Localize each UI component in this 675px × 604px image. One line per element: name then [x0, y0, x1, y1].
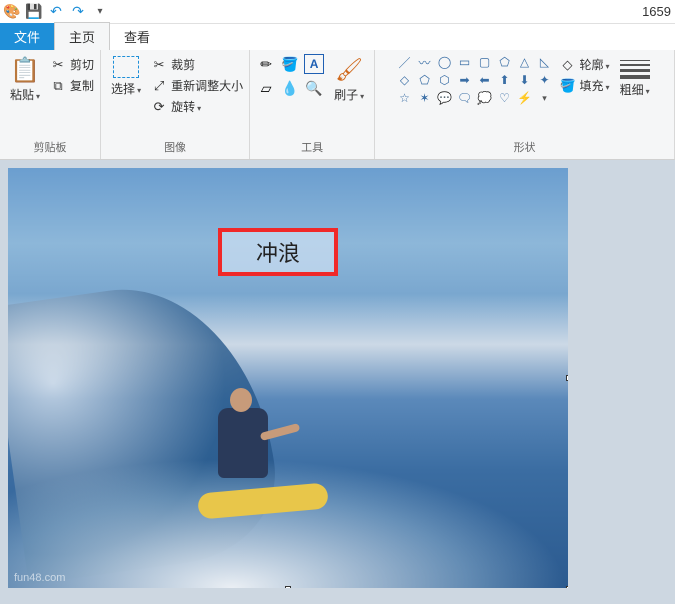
shape-curve-icon[interactable]: 〰 — [416, 54, 434, 70]
group-clipboard: 📋 粘贴 ✂ 剪切 ⧉ 复制 剪贴板 — [0, 50, 101, 159]
group-label-tools: 工具 — [301, 137, 323, 157]
shape-rect-icon[interactable]: ▭ — [456, 54, 474, 70]
image-surfer — [188, 378, 308, 528]
shape-lightning-icon[interactable]: ⚡ — [516, 90, 534, 106]
shape-line-icon[interactable]: ／ — [396, 54, 414, 70]
stroke-button[interactable]: 粗细 — [616, 54, 654, 100]
group-shapes: ／ 〰 ◯ ▭ ▢ ⬠ △ ◺ ◇ ⬠ ⬡ ➡ ⬅ ⬆ ⬇ ✦ ☆ ✶ 💬 🗨 — [375, 50, 675, 159]
shape-rarrow-icon[interactable]: ➡ — [456, 72, 474, 88]
tab-home[interactable]: 主页 — [54, 22, 110, 50]
rotate-button[interactable]: ⟳ 旋转 — [151, 98, 243, 115]
text-tool-icon[interactable]: A — [304, 54, 324, 74]
ribbon-tabs: 文件 主页 查看 — [0, 24, 675, 50]
pencil-icon[interactable]: ✏ — [256, 54, 276, 74]
shape-polygon-icon[interactable]: ⬠ — [496, 54, 514, 70]
shape-5star-icon[interactable]: ☆ — [396, 90, 414, 106]
shapes-more-icon[interactable]: ▾ — [536, 90, 554, 106]
paste-button[interactable]: 📋 粘贴 — [6, 54, 44, 105]
shapes-gallery[interactable]: ／ 〰 ◯ ▭ ▢ ⬠ △ ◺ ◇ ⬠ ⬡ ➡ ⬅ ⬆ ⬇ ✦ ☆ ✶ 💬 🗨 — [396, 54, 554, 106]
resize-handle-bottom[interactable] — [285, 586, 291, 588]
brush-button[interactable]: 🖌 刷子 — [330, 54, 368, 105]
group-tools: ✏ 🪣 A ▱ 💧 🔍 🖌 刷子 工具 — [250, 50, 375, 159]
group-label-clipboard: 剪贴板 — [34, 137, 67, 157]
shape-darrow-icon[interactable]: ⬇ — [516, 72, 534, 88]
copy-icon: ⧉ — [50, 78, 66, 94]
quick-access-toolbar: 🎨 💾 ↶ ↷ ▾ — [4, 4, 108, 20]
shape-oval-icon[interactable]: ◯ — [436, 54, 454, 70]
scissors-icon: ✂ — [50, 57, 66, 73]
brush-icon: 🖌 — [335, 56, 363, 84]
shape-uarrow-icon[interactable]: ⬆ — [496, 72, 514, 88]
resize-label: 重新调整大小 — [171, 77, 243, 94]
select-label: 选择 — [111, 80, 141, 97]
fill-button[interactable]: 🪣 填充 — [560, 77, 610, 94]
shape-rtriangle-icon[interactable]: ◺ — [536, 54, 554, 70]
shape-diamond-icon[interactable]: ◇ — [396, 72, 414, 88]
select-icon — [113, 56, 139, 78]
fill-icon: 🪣 — [560, 78, 576, 94]
cut-label: 剪切 — [70, 56, 94, 73]
resize-button[interactable]: ⤢ 重新调整大小 — [151, 77, 243, 94]
paste-label: 粘贴 — [10, 86, 40, 103]
magnifier-icon[interactable]: 🔍 — [304, 78, 324, 98]
shape-hexagon-icon[interactable]: ⬡ — [436, 72, 454, 88]
title-text: 1659 — [642, 4, 671, 19]
resize-handle-corner[interactable] — [566, 586, 568, 588]
undo-icon[interactable]: ↶ — [48, 4, 64, 20]
text-annotation[interactable]: 冲浪 — [218, 228, 338, 276]
ribbon: 📋 粘贴 ✂ 剪切 ⧉ 复制 剪贴板 选择 — [0, 50, 675, 160]
group-label-shapes: 形状 — [514, 137, 536, 157]
copy-button[interactable]: ⧉ 复制 — [50, 77, 94, 94]
outline-button[interactable]: ◇ 轮廓 — [560, 56, 610, 73]
app-icon: 🎨 — [4, 4, 20, 20]
redo-icon[interactable]: ↷ — [70, 4, 86, 20]
group-image: 选择 ✂ 裁剪 ⤢ 重新调整大小 ⟳ 旋转 图像 — [101, 50, 250, 159]
fill-label: 填充 — [580, 77, 610, 94]
crop-icon: ✂ — [151, 57, 167, 73]
rotate-icon: ⟳ — [151, 99, 167, 115]
shape-callout3-icon[interactable]: 💭 — [476, 90, 494, 106]
title-bar: 🎨 💾 ↶ ↷ ▾ 1659 — [0, 0, 675, 24]
canvas[interactable]: 冲浪 fun48.com — [8, 168, 568, 588]
save-icon[interactable]: 💾 — [26, 4, 42, 20]
canvas-area[interactable]: 冲浪 fun48.com — [0, 160, 675, 604]
clipboard-icon: 📋 — [11, 56, 39, 84]
qat-dropdown-icon[interactable]: ▾ — [92, 4, 108, 20]
tool-grid: ✏ 🪣 A ▱ 💧 🔍 — [256, 54, 324, 98]
cut-button[interactable]: ✂ 剪切 — [50, 56, 94, 73]
shape-callout1-icon[interactable]: 💬 — [436, 90, 454, 106]
shape-larrow-icon[interactable]: ⬅ — [476, 72, 494, 88]
stroke-icon — [620, 60, 650, 79]
crop-button[interactable]: ✂ 裁剪 — [151, 56, 243, 73]
shape-triangle-icon[interactable]: △ — [516, 54, 534, 70]
select-button[interactable]: 选择 — [107, 54, 145, 99]
stroke-label: 粗细 — [620, 81, 650, 98]
rotate-label: 旋转 — [171, 98, 201, 115]
shape-pentagon-icon[interactable]: ⬠ — [416, 72, 434, 88]
tab-view[interactable]: 查看 — [110, 23, 164, 50]
bucket-icon[interactable]: 🪣 — [280, 54, 300, 74]
resize-handle-right[interactable] — [566, 375, 568, 381]
shape-heart-icon[interactable]: ♡ — [496, 90, 514, 106]
shape-6star-icon[interactable]: ✶ — [416, 90, 434, 106]
watermark: fun48.com — [14, 572, 65, 584]
copy-label: 复制 — [70, 77, 94, 94]
tab-file[interactable]: 文件 — [0, 23, 54, 50]
shape-4star-icon[interactable]: ✦ — [536, 72, 554, 88]
resize-icon: ⤢ — [151, 78, 167, 94]
shape-roundrect-icon[interactable]: ▢ — [476, 54, 494, 70]
brush-label: 刷子 — [334, 86, 364, 103]
eyedropper-icon[interactable]: 💧 — [280, 78, 300, 98]
outline-icon: ◇ — [560, 57, 576, 73]
group-label-image: 图像 — [164, 137, 186, 157]
crop-label: 裁剪 — [171, 56, 195, 73]
outline-label: 轮廓 — [580, 56, 610, 73]
eraser-icon[interactable]: ▱ — [256, 78, 276, 98]
shape-callout2-icon[interactable]: 🗨 — [456, 90, 474, 106]
